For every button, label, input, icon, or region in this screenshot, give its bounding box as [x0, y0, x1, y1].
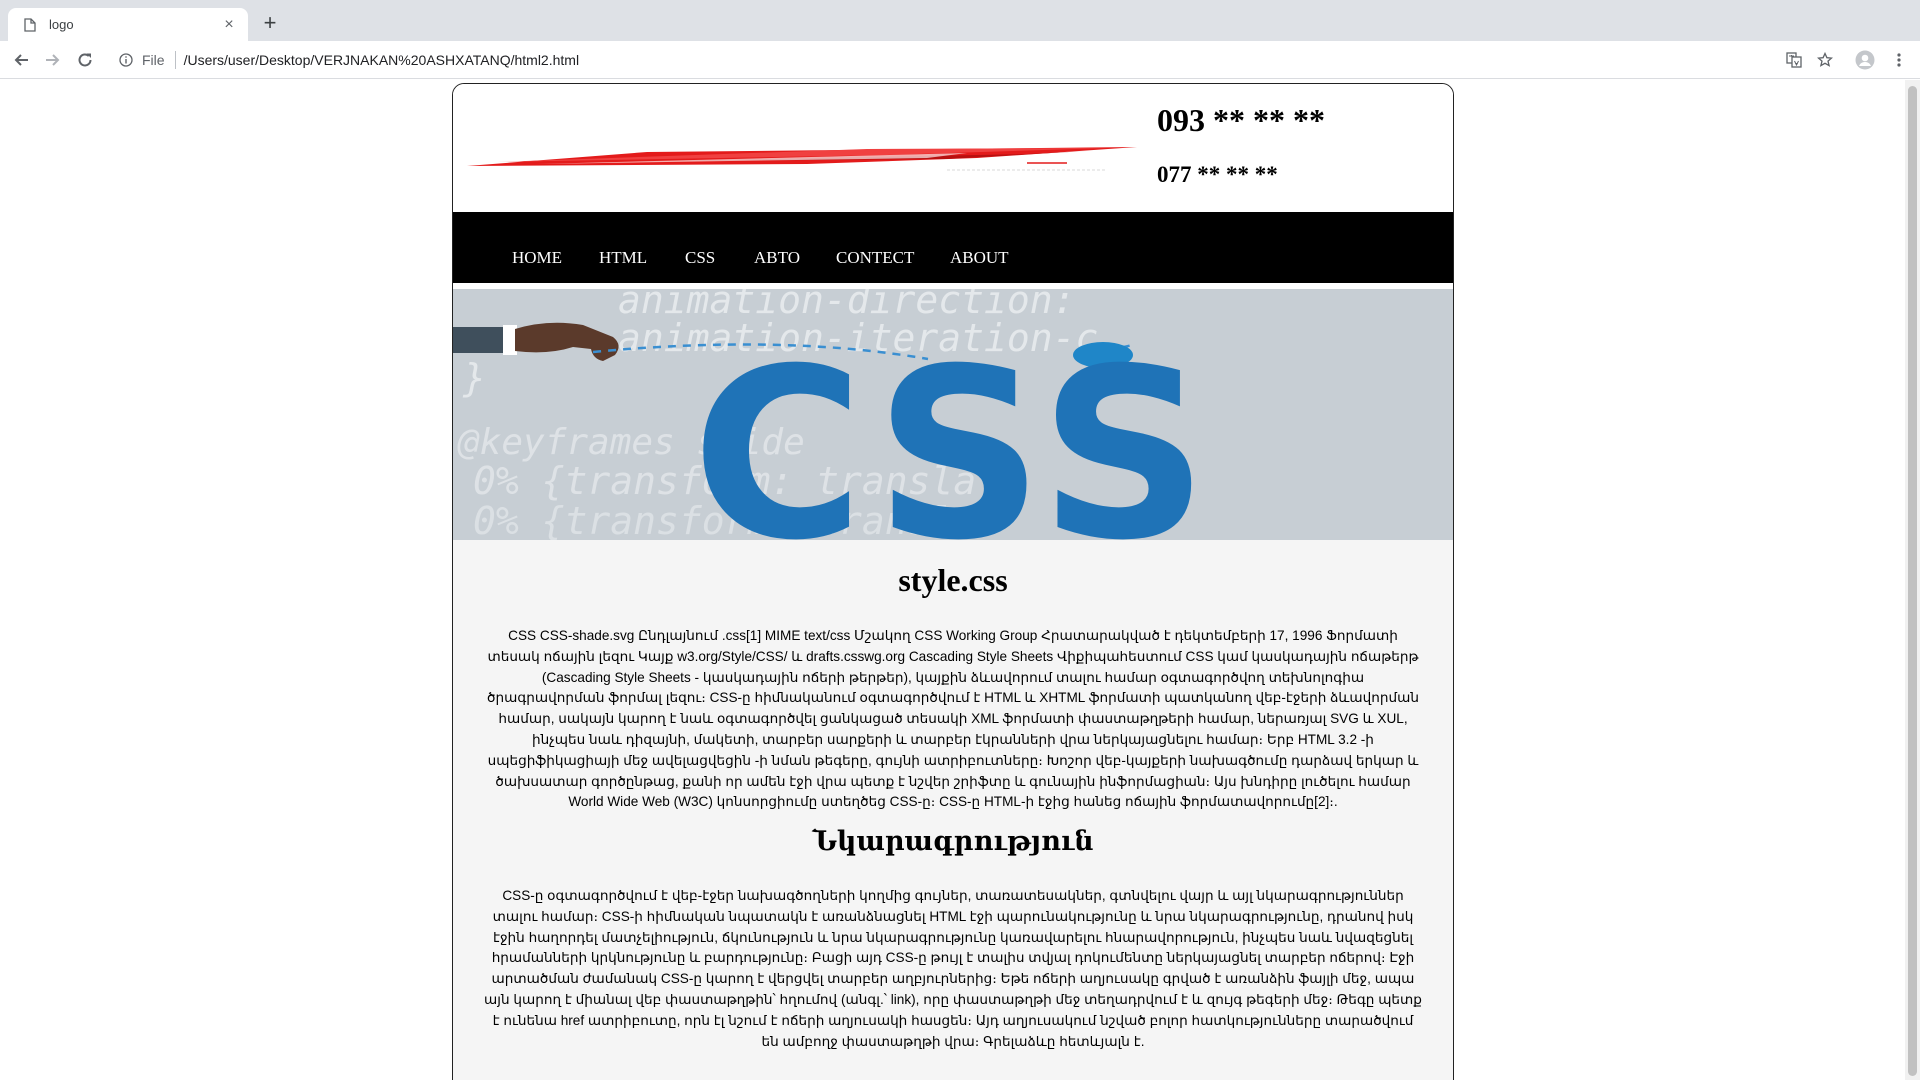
phone-secondary: 077 ** ** **	[1157, 162, 1278, 187]
arrow-right-icon[interactable]	[41, 48, 65, 72]
nav-item-abto[interactable]: ABTO	[754, 248, 800, 268]
css-logo-text: CSS	[692, 319, 1215, 540]
document-icon	[22, 17, 38, 33]
article-intro: CSS CSS-shade.svg Ընդլայնում .css[1] MIM…	[487, 628, 1419, 810]
address-bar[interactable]: File /Users/user/Desktop/VERJNAKAN%20ASH…	[110, 46, 1778, 74]
css-banner-image: animation-direction: animation-iteration…	[453, 289, 1453, 540]
site-header: 093 ** ** ** 077 ** ** **	[453, 84, 1453, 212]
nav-item-contect[interactable]: CONTECT	[836, 248, 914, 268]
kebab-menu-icon[interactable]	[1887, 48, 1911, 72]
article-content: style.css CSS CSS-shade.svg Ընդլայնում .…	[453, 540, 1453, 1080]
article-title: style.css	[898, 562, 1008, 598]
nav-item-home[interactable]: HOME	[512, 248, 562, 268]
tab-title: logo	[49, 17, 74, 32]
translate-icon[interactable]	[1782, 48, 1806, 72]
phone-primary: 093 ** ** **	[1157, 102, 1325, 138]
omnibox-separator	[174, 51, 176, 69]
site-container: 093 ** ** ** 077 ** ** ** HOME HTML CSS …	[452, 83, 1454, 1080]
main-navigation: HOME HTML CSS ABTO CONTECT ABOUT	[453, 212, 1453, 286]
browser-toolbar: File /Users/user/Desktop/VERJNAKAN%20ASH…	[0, 41, 1920, 79]
section-description: CSS-ը օգտագործվում է վեբ-էջեր նախագծողնե…	[484, 888, 1422, 1049]
hero-banner: animation-direction: animation-iteration…	[453, 289, 1453, 540]
nav-item-html[interactable]: HTML	[599, 248, 647, 268]
scrollbar-thumb[interactable]	[1908, 86, 1917, 1076]
new-tab-button[interactable]: +	[258, 12, 282, 36]
section-title: Նկարագրություն	[812, 826, 1094, 857]
star-icon[interactable]	[1813, 48, 1837, 72]
site-logo[interactable]	[467, 139, 1147, 179]
browser-tabstrip: logo × +	[0, 0, 1920, 41]
close-tab-icon[interactable]: ×	[220, 16, 238, 34]
nav-item-about[interactable]: ABOUT	[950, 248, 1009, 268]
info-icon[interactable]	[118, 52, 134, 68]
page-scrollbar[interactable]	[1905, 80, 1920, 1080]
banner-code-brace: }	[462, 356, 486, 400]
browser-tab[interactable]: logo ×	[8, 8, 248, 41]
account-icon[interactable]	[1853, 48, 1877, 72]
scheme-label: File	[142, 52, 165, 68]
page-viewport: 093 ** ** ** 077 ** ** ** HOME HTML CSS …	[0, 80, 1905, 1080]
url-text[interactable]: /Users/user/Desktop/VERJNAKAN%20ASHXATAN…	[184, 52, 580, 68]
arrow-left-icon[interactable]	[9, 48, 33, 72]
nav-item-css[interactable]: CSS	[685, 248, 715, 268]
reload-icon[interactable]	[73, 48, 97, 72]
